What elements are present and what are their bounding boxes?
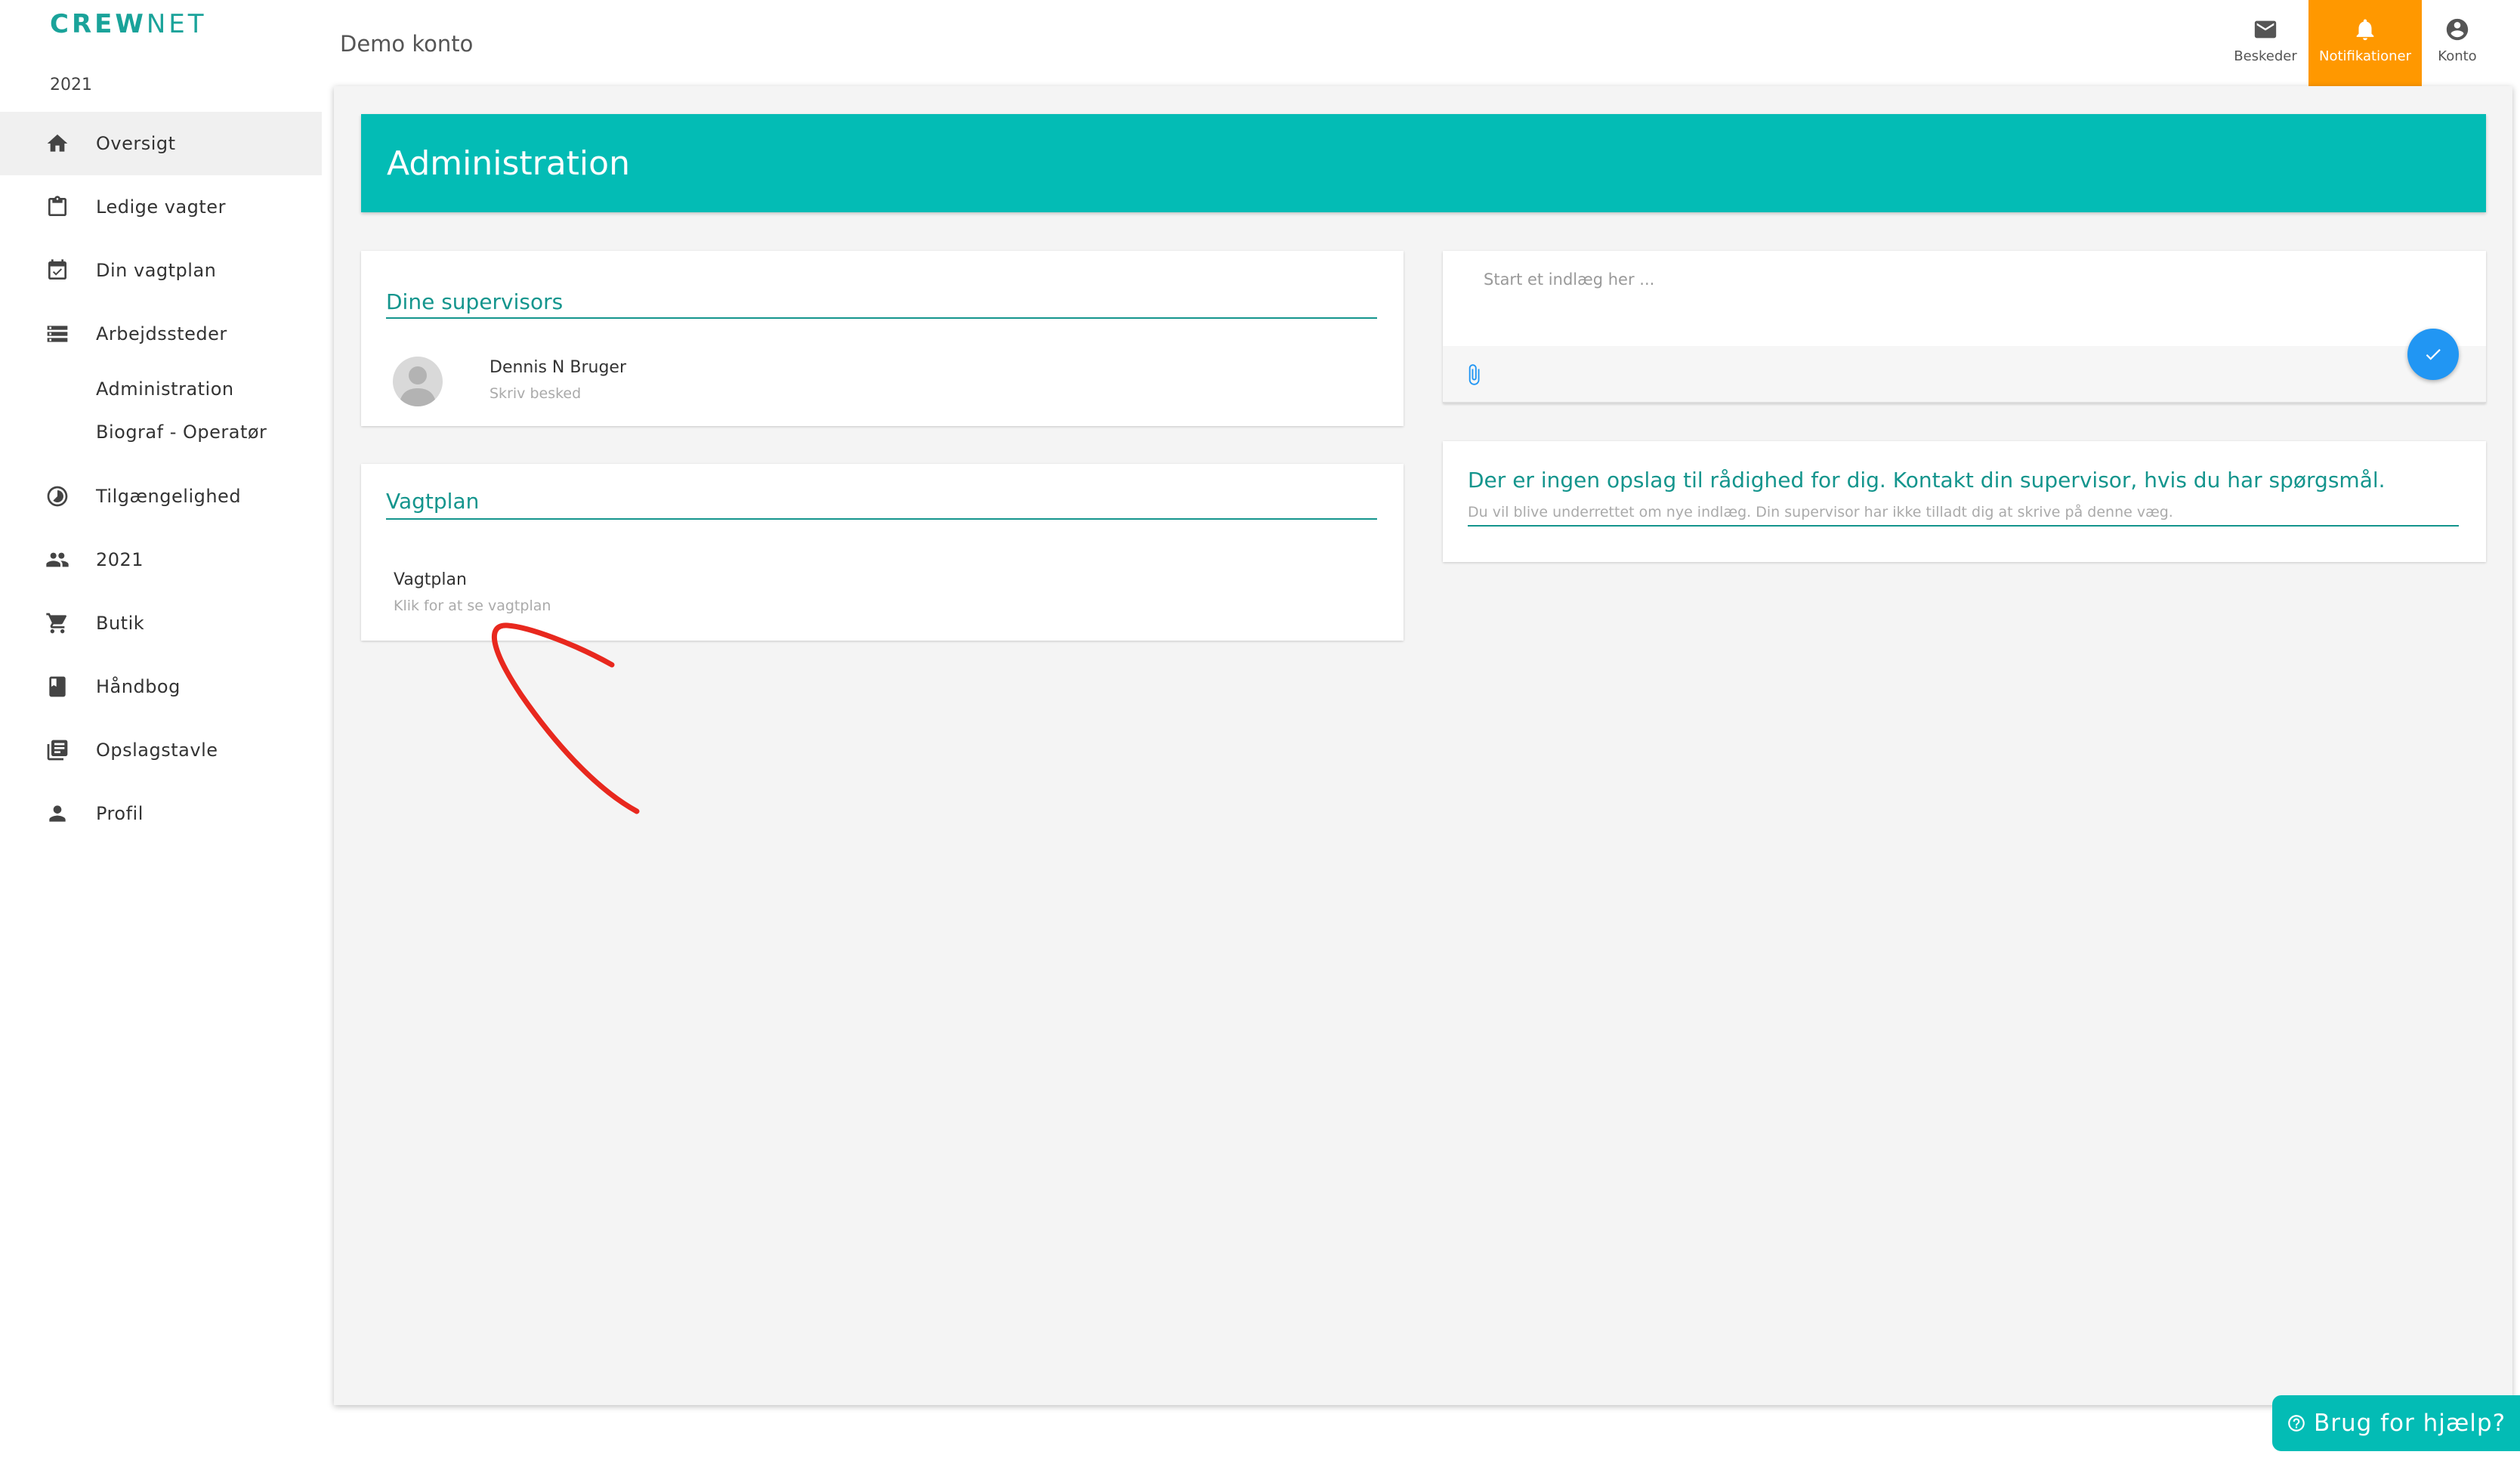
sidebar-nav: Oversigt Ledige vagter Din vagtplan Arbe… bbox=[0, 112, 322, 845]
schedule-link-subtitle[interactable]: Klik for at se vagtplan bbox=[394, 596, 551, 616]
sidebar-item-opslagstavle[interactable]: Opslagstavle bbox=[0, 718, 322, 782]
help-button[interactable]: Brug for hjælp? bbox=[2272, 1395, 2520, 1451]
sidebar-item-label: Butik bbox=[96, 613, 145, 634]
submit-post-button[interactable] bbox=[2407, 329, 2459, 380]
schedule-card: Vagtplan Vagtplan Klik for at se vagtpla… bbox=[361, 464, 1404, 641]
crewnet-logo[interactable]: CREWNET bbox=[50, 8, 207, 41]
sidebar-item-haandbog[interactable]: Håndbog bbox=[0, 655, 322, 718]
schedule-link-title[interactable]: Vagtplan bbox=[394, 569, 467, 591]
person-icon bbox=[49, 805, 66, 822]
post-composer bbox=[1443, 251, 2486, 403]
messages-label: Beskeder bbox=[2234, 48, 2297, 64]
page-title: Administration bbox=[387, 144, 630, 183]
sidebar-subitem-administration[interactable]: Administration bbox=[0, 367, 322, 410]
page-banner: Administration bbox=[361, 114, 2486, 212]
person-silhouette-icon bbox=[399, 366, 437, 406]
sidebar-item-ledige-vagter[interactable]: Ledige vagter bbox=[0, 175, 322, 239]
post-input[interactable] bbox=[1443, 251, 2486, 346]
sidebar-item-label: Profil bbox=[96, 803, 144, 824]
account-circle-icon bbox=[2446, 18, 2469, 41]
sidebar-item-2021[interactable]: 2021 bbox=[0, 528, 322, 591]
schedule-heading: Vagtplan bbox=[386, 489, 480, 514]
storage-icon bbox=[47, 326, 68, 342]
sidebar-item-label: Håndbog bbox=[96, 676, 181, 697]
account-label: Konto bbox=[2438, 48, 2477, 64]
help-circle-icon bbox=[2288, 1415, 2305, 1432]
sidebar-item-label: Ledige vagter bbox=[96, 196, 226, 218]
sidebar-item-oversigt[interactable]: Oversigt bbox=[0, 112, 322, 175]
season-year: 2021 bbox=[50, 76, 92, 94]
sidebar-item-label: Din vagtplan bbox=[96, 260, 217, 281]
sidebar-item-label: Arbejdssteder bbox=[96, 323, 227, 344]
account-button[interactable]: Konto bbox=[2432, 0, 2482, 86]
help-label: Brug for hjælp? bbox=[2313, 1410, 2506, 1437]
write-message-link[interactable]: Skriv besked bbox=[489, 384, 581, 403]
mail-icon bbox=[2254, 20, 2277, 39]
avatar[interactable] bbox=[393, 357, 443, 406]
heading-divider bbox=[386, 317, 1377, 319]
notifications-button[interactable]: Notifikationer bbox=[2308, 0, 2422, 86]
clipboard-icon bbox=[48, 196, 66, 216]
account-name: Demo konto bbox=[340, 31, 474, 57]
calendar-check-icon bbox=[48, 259, 66, 280]
sidebar-item-din-vagtplan[interactable]: Din vagtplan bbox=[0, 239, 322, 302]
book-icon bbox=[49, 676, 66, 697]
sidebar-item-label: Oversigt bbox=[96, 133, 176, 154]
supervisor-name[interactable]: Dennis N Bruger bbox=[489, 357, 626, 379]
composer-toolbar bbox=[1443, 346, 2486, 403]
paperclip-icon[interactable] bbox=[1462, 361, 1485, 388]
timelapse-icon bbox=[47, 486, 68, 507]
sidebar-item-label: Tilgængelighed bbox=[96, 486, 242, 507]
messages-button[interactable]: Beskeder bbox=[2230, 0, 2301, 86]
sidebar-subitem-biograf-operator[interactable]: Biograf - Operatør bbox=[0, 410, 322, 453]
no-posts-subtitle: Du vil blive underrettet om nye indlæg. … bbox=[1468, 504, 2173, 520]
heading-divider bbox=[386, 518, 1377, 520]
sidebar-item-arbejdssteder[interactable]: Arbejdssteder bbox=[0, 302, 322, 366]
sidebar-item-tilgaengelighed[interactable]: Tilgængelighed bbox=[0, 465, 322, 528]
sidebar-item-label: Opslagstavle bbox=[96, 740, 218, 761]
home-icon bbox=[47, 134, 68, 152]
sidebar-item-profil[interactable]: Profil bbox=[0, 782, 322, 845]
no-posts-title: Der er ingen opslag til rådighed for dig… bbox=[1468, 468, 2386, 493]
no-posts-card: Der er ingen opslag til rådighed for dig… bbox=[1443, 441, 2486, 562]
info-divider bbox=[1468, 525, 2459, 527]
check-icon bbox=[2426, 349, 2441, 360]
cart-icon bbox=[46, 613, 67, 634]
notifications-label: Notifikationer bbox=[2319, 48, 2411, 64]
supervisors-heading: Dine supervisors bbox=[386, 289, 564, 314]
bell-icon bbox=[2356, 19, 2374, 41]
sidebar-item-label: 2021 bbox=[96, 549, 144, 570]
main-panel: Administration Dine supervisors Dennis N… bbox=[334, 86, 2512, 1405]
supervisors-card: Dine supervisors Dennis N Bruger Skriv b… bbox=[361, 251, 1404, 426]
library-books-icon bbox=[47, 740, 68, 761]
people-icon bbox=[46, 552, 69, 567]
sidebar-item-butik[interactable]: Butik bbox=[0, 591, 322, 655]
